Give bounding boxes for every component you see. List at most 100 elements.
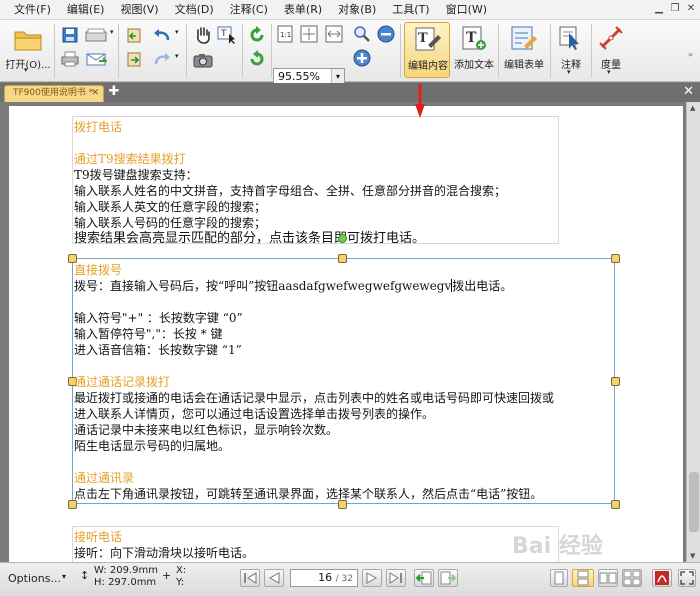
single-page-view-button[interactable] [550, 569, 568, 587]
fit-width-button[interactable] [323, 24, 345, 44]
dial-line-text-end: 拨出电话。 [452, 279, 513, 293]
minimize-icon[interactable]: ▁ [652, 2, 666, 16]
resize-handle-e[interactable] [611, 377, 620, 386]
print-button[interactable] [60, 50, 80, 68]
prev-page-icon [268, 572, 280, 584]
dial-line[interactable]: 拨号：直接输入号码后，按“呼叫”按钮aasdafgwefwegwefgweweg… [74, 278, 554, 294]
select-text-button[interactable]: T [216, 24, 238, 46]
close-document-icon[interactable]: ✕ [683, 84, 694, 99]
menu-forms[interactable]: 表单(R) [276, 0, 330, 20]
scan-dropdown-icon[interactable]: ▾ [110, 28, 114, 36]
rotate-left-button[interactable] [246, 24, 268, 46]
zoom-in-button[interactable] [352, 48, 372, 68]
open-dropdown-icon[interactable]: ▾ [24, 66, 28, 74]
last-page-icon [389, 572, 402, 584]
rotate-handle[interactable] [338, 234, 347, 243]
annotate-button[interactable]: 注释 ▾ [553, 22, 589, 78]
cursor-y-label: Y: [176, 577, 185, 588]
measure-dropdown-icon[interactable]: ▾ [607, 68, 611, 76]
t9-line: 输入联系人号码的任意字段的搜索； [74, 216, 267, 230]
menu-view[interactable]: 视图(V) [112, 0, 166, 20]
document-page[interactable]: 拨打电话 通过T9搜索结果拨打 T9拨号键盘搜索支持： 输入联系人姓名的中文拼音… [9, 106, 683, 562]
annotate-label: 注释 [561, 60, 581, 71]
undo-button[interactable] [150, 26, 174, 44]
menu-window[interactable]: 窗口(W) [438, 0, 495, 20]
edit-content-icon: T [415, 27, 441, 51]
resize-handle-se[interactable] [611, 500, 620, 509]
red-arrow-icon [415, 84, 425, 118]
contacts-line: 点击左下角通讯录按钮，可跳转至通讯录界面，选择某个联系人，然后点击“电话”按钮。 [74, 487, 543, 501]
toolbar-overflow-icon[interactable]: » [688, 50, 693, 59]
rotate-left-icon [250, 26, 264, 42]
scan-button[interactable] [82, 26, 110, 44]
page-number-input[interactable]: 16 / 32 [290, 569, 358, 587]
annotate-dropdown-icon[interactable]: ▾ [567, 68, 571, 76]
single-page-icon [554, 571, 564, 585]
magnifier-icon [354, 26, 370, 42]
text-block-dialing[interactable]: 拨打电话 通过T9搜索结果拨打 T9拨号键盘搜索支持： 输入联系人姓名的中文拼音… [74, 119, 506, 247]
edit-content-button[interactable]: T 编辑内容 [404, 22, 450, 78]
menu-tools[interactable]: 工具(T) [384, 0, 437, 20]
symbol-line: 进入语音信箱：长按数字键 “1” [74, 343, 242, 357]
symbol-line: 输入符号"+" ：长按数字键 “0” [74, 311, 243, 325]
text-block-direct-dial[interactable]: 直接拨号 拨号：直接输入号码后，按“呼叫”按钮aasdafgwefwegwefg… [74, 262, 554, 502]
save-button[interactable] [60, 26, 80, 44]
email-button[interactable] [82, 50, 110, 68]
pdf-properties-button[interactable] [652, 569, 672, 587]
undo-icon [154, 29, 170, 41]
document-tab[interactable]: TF900使用说明书 * ✕ [4, 85, 104, 102]
ruler-icon [599, 26, 623, 50]
snapshot-button[interactable] [192, 50, 214, 70]
continuous-facing-view-button[interactable] [622, 569, 642, 587]
redo-button[interactable] [150, 50, 174, 68]
menu-comments[interactable]: 注释(C) [222, 0, 276, 20]
cursor-position-icon: + [162, 569, 172, 582]
close-window-icon[interactable]: ✕ [684, 2, 698, 16]
menu-document[interactable]: 文档(D) [167, 0, 222, 20]
document-canvas[interactable]: 拨打电话 通过T9搜索结果拨打 T9拨号键盘搜索支持： 输入联系人姓名的中文拼音… [0, 102, 700, 562]
size-icon: ↕ [80, 569, 90, 582]
undo-dropdown-icon[interactable]: ▾ [175, 28, 179, 36]
measure-button[interactable]: 度量 ▾ [594, 22, 628, 78]
text-block-answer[interactable]: 接听电话 接听：向下滑动滑块以接听电话。 [74, 529, 254, 561]
scroll-down-icon[interactable]: ▼ [690, 552, 695, 560]
actual-size-button[interactable]: 1:1 [275, 24, 295, 44]
add-text-button[interactable]: T 添加文本 [452, 22, 496, 78]
previous-view-button[interactable] [414, 569, 434, 587]
last-page-button[interactable] [386, 569, 406, 587]
hand-tool-button[interactable] [192, 24, 214, 46]
first-page-button[interactable] [240, 569, 260, 587]
options-button[interactable]: Options... [8, 572, 61, 585]
open-button[interactable]: 打开(O)... ▾ [5, 24, 51, 76]
rotate-right-button[interactable] [246, 48, 268, 70]
pdf-app-icon [655, 571, 669, 585]
fit-page-button[interactable] [298, 24, 320, 44]
menu-file[interactable]: 文件(F) [6, 0, 59, 20]
next-view-button[interactable] [438, 569, 458, 587]
menu-edit[interactable]: 编辑(E) [59, 0, 113, 20]
resize-handle-ne[interactable] [611, 254, 620, 263]
new-tab-icon[interactable]: ✚ [107, 85, 121, 99]
fullscreen-button[interactable] [678, 569, 696, 587]
options-dropdown-icon[interactable]: ▾ [62, 572, 66, 581]
next-page-button[interactable] [362, 569, 382, 587]
vertical-scrollbar[interactable]: ▲ ▼ [686, 102, 700, 562]
folder-icon [14, 31, 42, 51]
edit-form-button[interactable]: 编辑表单 [501, 22, 547, 78]
tab-close-icon[interactable]: ✕ [91, 86, 99, 101]
clipboard-next-button[interactable] [123, 50, 145, 68]
answer-line: 接听：向下滑动滑块以接听电话。 [74, 546, 255, 560]
continuous-view-button[interactable] [572, 569, 594, 587]
scroll-up-icon[interactable]: ▲ [690, 104, 695, 112]
subheading-t9: 通过T9搜索结果拨打 [74, 152, 186, 166]
call-log-line: 进入联系人详情页，您可以通过电话设置选择单击拨号列表的操作。 [74, 407, 435, 421]
menu-objects[interactable]: 对象(B) [330, 0, 384, 20]
zoom-out-button[interactable] [376, 24, 396, 44]
restore-icon[interactable]: ❐ [668, 2, 682, 16]
redo-dropdown-icon[interactable]: ▾ [175, 52, 179, 60]
facing-view-button[interactable] [598, 569, 618, 587]
scroll-thumb[interactable] [689, 472, 699, 532]
prev-page-button[interactable] [264, 569, 284, 587]
clipboard-button[interactable] [123, 26, 145, 44]
zoom-in-tool-button[interactable] [352, 24, 372, 44]
